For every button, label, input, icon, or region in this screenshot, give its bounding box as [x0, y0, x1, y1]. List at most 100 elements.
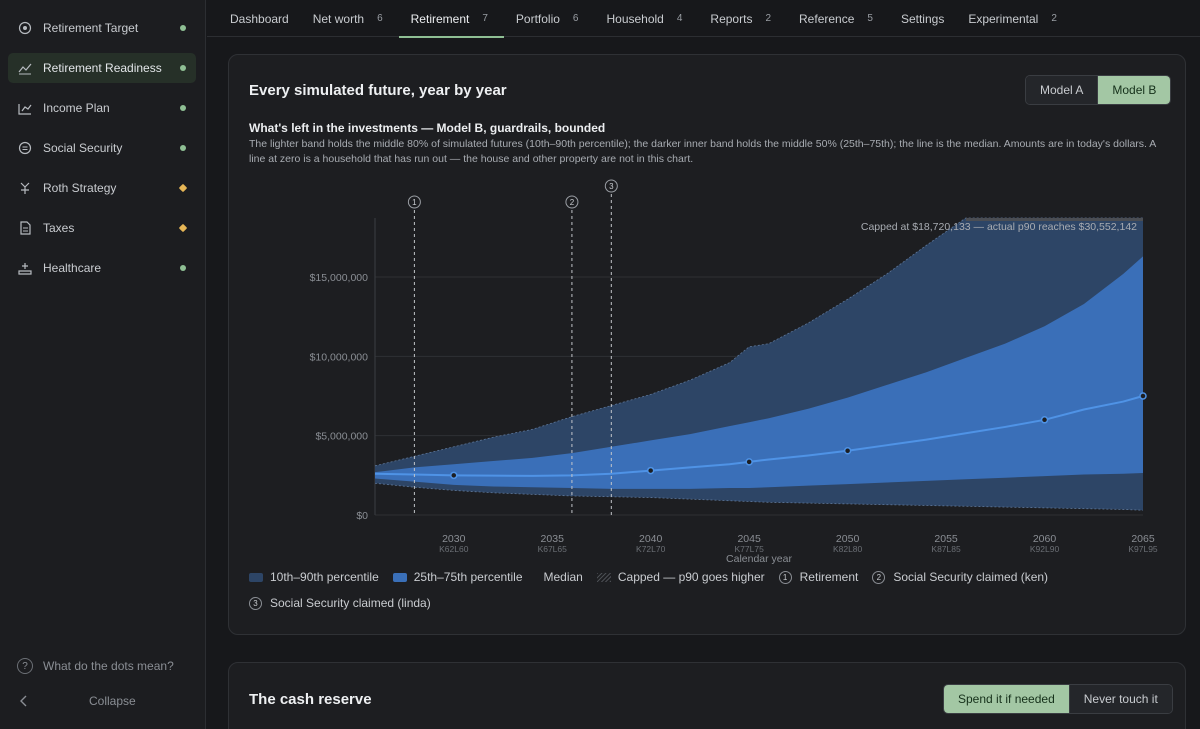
- card-title: Every simulated future, year by year: [249, 82, 507, 99]
- status-dot: [180, 145, 186, 151]
- document-icon: [18, 221, 32, 235]
- sidebar-item-social-security[interactable]: Social Security: [8, 133, 196, 163]
- fork-icon: [18, 181, 32, 195]
- sidebar-item-retirement-readiness[interactable]: Retirement Readiness: [8, 53, 196, 83]
- tab-label: Experimental: [968, 11, 1039, 26]
- legend-item-inner: 25th–75th percentile: [392, 569, 523, 585]
- legend-label: Median: [543, 570, 583, 584]
- target-icon: [18, 21, 32, 35]
- tab-household[interactable]: Household 4: [594, 0, 698, 37]
- chart-legend: 10th–90th percentile 25th–75th percentile…: [249, 569, 1159, 611]
- trend-icon: [18, 61, 32, 75]
- tab-reference[interactable]: Reference 5: [787, 0, 889, 37]
- tab-dashboard[interactable]: Dashboard: [218, 0, 301, 37]
- tab-settings[interactable]: Settings: [889, 0, 956, 37]
- legend-marker-1: 1 Retirement: [778, 569, 859, 585]
- tab-label: Portfolio: [515, 11, 560, 26]
- legend-swatch: [392, 572, 407, 582]
- care-icon: [18, 261, 32, 275]
- median-point: [843, 446, 852, 455]
- sidebar-item-roth-strategy[interactable]: Roth Strategy: [8, 173, 196, 203]
- model-b-button[interactable]: Model B: [1098, 76, 1171, 104]
- chart-icon: [18, 101, 32, 115]
- status-dot: [180, 265, 186, 271]
- sidebar-item-healthcare[interactable]: Healthcare: [8, 253, 196, 283]
- tab-count: 6: [572, 13, 579, 24]
- tab-count: 2: [1051, 13, 1057, 24]
- dollar-icon: [18, 141, 32, 155]
- sidebar-item-label: Taxes: [43, 221, 75, 235]
- dots-help-link[interactable]: ? What do the dots mean?: [17, 658, 174, 674]
- percentile-chart: $0 $5,000,000 $10,000,000 $15,000,000 Capped…: [310, 179, 1158, 565]
- card-title: The cash reserve: [249, 691, 372, 708]
- sidebar-item-taxes[interactable]: Taxes: [8, 213, 196, 243]
- simulation-card: Every simulated future, year by year Mod…: [228, 54, 1186, 635]
- status-dot: [180, 65, 186, 71]
- tab-label: Household: [606, 11, 664, 26]
- marker-number: 3: [249, 596, 262, 610]
- cash-reserve-card: The cash reserve Spend it if needed Neve…: [228, 662, 1186, 729]
- event-marker-number: 2: [570, 198, 575, 207]
- model-a-button[interactable]: Model A: [1026, 76, 1099, 104]
- legend-swatch: [596, 572, 611, 582]
- tab-count: 2: [765, 13, 772, 24]
- y-tick-label: $15,000,000: [310, 272, 369, 284]
- legend-label: Social Security claimed (ken): [893, 570, 1049, 584]
- x-tick-sublabel: K92L90: [1030, 544, 1060, 554]
- tab-portfolio[interactable]: Portfolio 6: [504, 0, 595, 37]
- tab-count: 5: [867, 13, 873, 24]
- top-tabs: Dashboard Net worth 6 Retirement 7 Portfolio 6…: [207, 0, 1200, 38]
- chevron-left-icon: [20, 695, 27, 707]
- collapse-button[interactable]: Collapse: [17, 694, 197, 708]
- sidebar-item-label: Social Security: [43, 141, 123, 155]
- sidebar-item-label: Retirement Readiness: [43, 61, 162, 75]
- marker-number: 2: [872, 570, 886, 584]
- tab-label: Retirement: [410, 11, 470, 26]
- tab-label: Dashboard: [230, 11, 289, 26]
- tab-label: Net worth: [312, 11, 365, 26]
- tab-reports[interactable]: Reports 2: [698, 0, 787, 37]
- status-dot: [178, 183, 188, 193]
- x-tick-sublabel: K87L85: [931, 544, 961, 554]
- help-label: What do the dots mean?: [43, 659, 174, 673]
- tab-label: Reference: [799, 11, 855, 26]
- collapse-label: Collapse: [89, 694, 136, 708]
- tab-count: 4: [676, 13, 683, 24]
- legend-label: 10th–90th percentile: [270, 570, 379, 584]
- x-tick-sublabel: K82L80: [833, 544, 863, 554]
- y-tick-label: $0: [356, 510, 368, 522]
- sidebar-item-label: Healthcare: [43, 261, 102, 275]
- median-point: [450, 471, 458, 480]
- x-tick-sublabel: K97L95: [1128, 544, 1158, 554]
- sidebar-item-retirement-target[interactable]: Retirement Target: [8, 13, 196, 43]
- status-dot: [180, 25, 186, 31]
- cap-note: Capped at $18,720,133 — actual p90 reach…: [861, 221, 1137, 233]
- never-touch-button[interactable]: Never touch it: [1069, 685, 1172, 713]
- x-tick-sublabel: K67L65: [538, 544, 568, 554]
- sidebar: Retirement Target Retirement Readiness Inc…: [0, 0, 206, 729]
- tab-label: Reports: [710, 11, 753, 26]
- legend-label: Capped — p90 goes higher: [617, 570, 765, 584]
- sidebar-item-label: Retirement Target: [43, 21, 139, 35]
- tab-experimental[interactable]: Experimental 2: [956, 0, 1073, 37]
- tab-retirement[interactable]: Retirement 7: [398, 0, 505, 38]
- tab-count: 6: [377, 13, 383, 24]
- spend-if-needed-button[interactable]: Spend it if needed: [944, 685, 1070, 713]
- x-tick-sublabel: K72L70: [636, 544, 666, 554]
- legend-label: 25th–75th percentile: [413, 570, 523, 584]
- model-toggle: Model A Model B: [1025, 75, 1172, 105]
- status-dot: [180, 105, 186, 111]
- median-point: [745, 458, 753, 466]
- sidebar-item-income-plan[interactable]: Income Plan: [8, 93, 196, 123]
- sidebar-nav: Retirement Target Retirement Readiness Inc…: [8, 13, 196, 293]
- marker-number: 1: [778, 570, 792, 584]
- question-icon: ?: [17, 658, 33, 674]
- tab-net-worth[interactable]: Net worth 6: [301, 0, 399, 37]
- legend-item-median: Median: [537, 569, 583, 585]
- median-point: [646, 466, 655, 475]
- legend-marker-2: 2 Social Security claimed (ken): [872, 569, 1048, 585]
- tab-label: Settings: [900, 11, 945, 26]
- legend-item-outer: 10th–90th percentile: [249, 569, 379, 585]
- event-marker-number: 3: [609, 182, 614, 191]
- legend-label: Retirement: [799, 570, 859, 584]
